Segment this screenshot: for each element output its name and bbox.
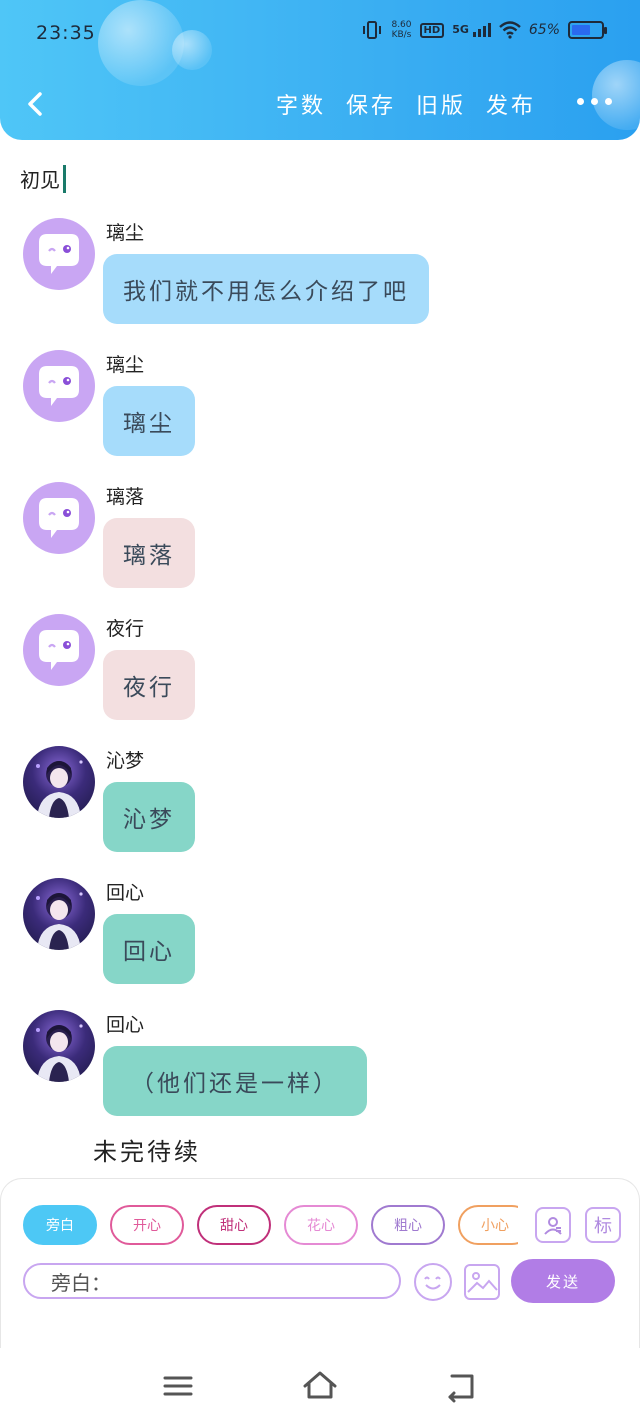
character-portrait bbox=[36, 892, 83, 950]
vibrate-icon bbox=[363, 21, 382, 39]
chapter-title-text: 初见 bbox=[20, 168, 60, 192]
old-version-button[interactable]: 旧版 bbox=[416, 88, 466, 120]
message-bubble[interactable]: 沁梦 bbox=[103, 782, 195, 852]
nav-bar: 字数 保存 旧版 发布 bbox=[0, 80, 640, 130]
character-portrait bbox=[36, 1024, 83, 1082]
system-nav-bar bbox=[0, 1348, 640, 1423]
chip-sweet[interactable]: 甜心 bbox=[197, 1205, 271, 1245]
message-bubble[interactable]: 回心 bbox=[103, 914, 195, 984]
message-bubble[interactable]: 夜行 bbox=[103, 650, 195, 720]
header: 23:35 8.60 KB/s HD 5G 65% 字数 保存 旧版 发布 bbox=[0, 0, 640, 140]
battery-icon bbox=[568, 21, 607, 39]
message-item[interactable]: 夜行 夜行 bbox=[0, 608, 640, 740]
mood-chip-row: 旁白 开心 甜心 花心 粗心 小心 bbox=[23, 1205, 518, 1247]
to-be-continued-note: 未完待续 bbox=[93, 1138, 201, 1166]
battery-fill bbox=[572, 25, 591, 35]
chat-bubble-face-icon bbox=[39, 630, 79, 670]
message-bubble[interactable]: 璃落 bbox=[103, 518, 195, 588]
save-button[interactable]: 保存 bbox=[346, 88, 396, 120]
signal-5g: 5G bbox=[452, 23, 491, 37]
word-count-button[interactable]: 字数 bbox=[276, 88, 326, 120]
header-actions: 字数 保存 旧版 发布 bbox=[276, 88, 536, 120]
publish-button[interactable]: 发布 bbox=[486, 88, 536, 120]
person-card-icon bbox=[544, 1217, 562, 1235]
chip-happy[interactable]: 开心 bbox=[110, 1205, 184, 1245]
avatar[interactable] bbox=[23, 1010, 95, 1082]
menu-icon[interactable] bbox=[158, 1368, 198, 1404]
sender-name: 璃落 bbox=[106, 486, 145, 508]
chapter-title[interactable]: 初见 bbox=[20, 164, 66, 193]
avatar[interactable] bbox=[23, 218, 95, 290]
avatar[interactable] bbox=[23, 350, 95, 422]
net-speed-value: 8.60 bbox=[391, 20, 412, 30]
message-item[interactable]: 璃落 璃落 bbox=[0, 476, 640, 608]
chip-careless[interactable]: 粗心 bbox=[371, 1205, 445, 1245]
status-time: 23:35 bbox=[36, 22, 96, 44]
avatar[interactable] bbox=[23, 482, 95, 554]
message-list: 璃尘 我们就不用怎么介绍了吧 璃尘 璃尘 璃落 璃落 夜行 夜行 沁梦 沁梦 回… bbox=[0, 212, 640, 1136]
message-item[interactable]: 璃尘 我们就不用怎么介绍了吧 bbox=[0, 212, 640, 344]
sender-name: 璃尘 bbox=[106, 222, 145, 244]
chat-bubble-face-icon bbox=[39, 366, 79, 406]
message-bubble[interactable]: 璃尘 bbox=[103, 386, 195, 456]
smiley-face bbox=[424, 1276, 441, 1290]
character-card-icon[interactable] bbox=[535, 1207, 571, 1243]
back-chevron-icon[interactable] bbox=[18, 86, 54, 122]
network-type: 5G bbox=[452, 23, 469, 36]
status-bar: 23:35 8.60 KB/s HD 5G 65% bbox=[0, 14, 640, 54]
image-icon[interactable] bbox=[464, 1264, 500, 1300]
message-item[interactable]: 回心 回心 bbox=[0, 872, 640, 1004]
chip-flirty[interactable]: 花心 bbox=[284, 1205, 358, 1245]
sender-name: 回心 bbox=[106, 882, 145, 904]
avatar[interactable] bbox=[23, 746, 95, 818]
sender-name: 璃尘 bbox=[106, 354, 145, 376]
net-speed-unit: KB/s bbox=[391, 30, 412, 40]
hd-badge: HD bbox=[419, 22, 445, 38]
avatar[interactable] bbox=[23, 614, 95, 686]
message-bubble[interactable]: 我们就不用怎么介绍了吧 bbox=[103, 254, 429, 324]
message-bubble[interactable]: （他们还是一样） bbox=[103, 1046, 367, 1116]
return-icon[interactable] bbox=[442, 1368, 482, 1404]
battery-percent: 65% bbox=[528, 22, 560, 38]
sender-name: 回心 bbox=[106, 1014, 145, 1036]
message-input[interactable]: 旁白： bbox=[23, 1263, 401, 1299]
smiley-icon[interactable] bbox=[414, 1263, 452, 1301]
message-input-value: 旁白： bbox=[51, 1270, 111, 1295]
home-icon[interactable] bbox=[300, 1368, 340, 1404]
wifi-icon bbox=[499, 21, 521, 39]
image-glyph bbox=[467, 1272, 498, 1293]
send-button[interactable]: 发送 bbox=[511, 1259, 615, 1303]
message-item[interactable]: 回心 （他们还是一样） bbox=[0, 1004, 640, 1136]
message-item[interactable]: 沁梦 沁梦 bbox=[0, 740, 640, 872]
sender-name: 沁梦 bbox=[106, 750, 145, 772]
text-cursor bbox=[63, 164, 66, 193]
signal-icon bbox=[472, 23, 491, 37]
chat-bubble-face-icon bbox=[39, 234, 79, 274]
compose-toolbar: 旁白 开心 甜心 花心 粗心 小心 标 旁白： 发送 bbox=[0, 1178, 640, 1348]
character-portrait bbox=[36, 760, 83, 818]
chip-careful[interactable]: 小心 bbox=[458, 1205, 518, 1245]
tag-icon[interactable]: 标 bbox=[585, 1207, 621, 1243]
sender-name: 夜行 bbox=[106, 618, 145, 640]
net-speed: 8.60 KB/s bbox=[391, 20, 411, 40]
status-icons: 8.60 KB/s HD 5G 65% bbox=[361, 20, 607, 40]
more-dots-icon[interactable] bbox=[577, 98, 612, 105]
chat-bubble-face-icon bbox=[39, 498, 79, 538]
message-item[interactable]: 璃尘 璃尘 bbox=[0, 344, 640, 476]
avatar[interactable] bbox=[23, 878, 95, 950]
chip-narration[interactable]: 旁白 bbox=[23, 1205, 97, 1245]
